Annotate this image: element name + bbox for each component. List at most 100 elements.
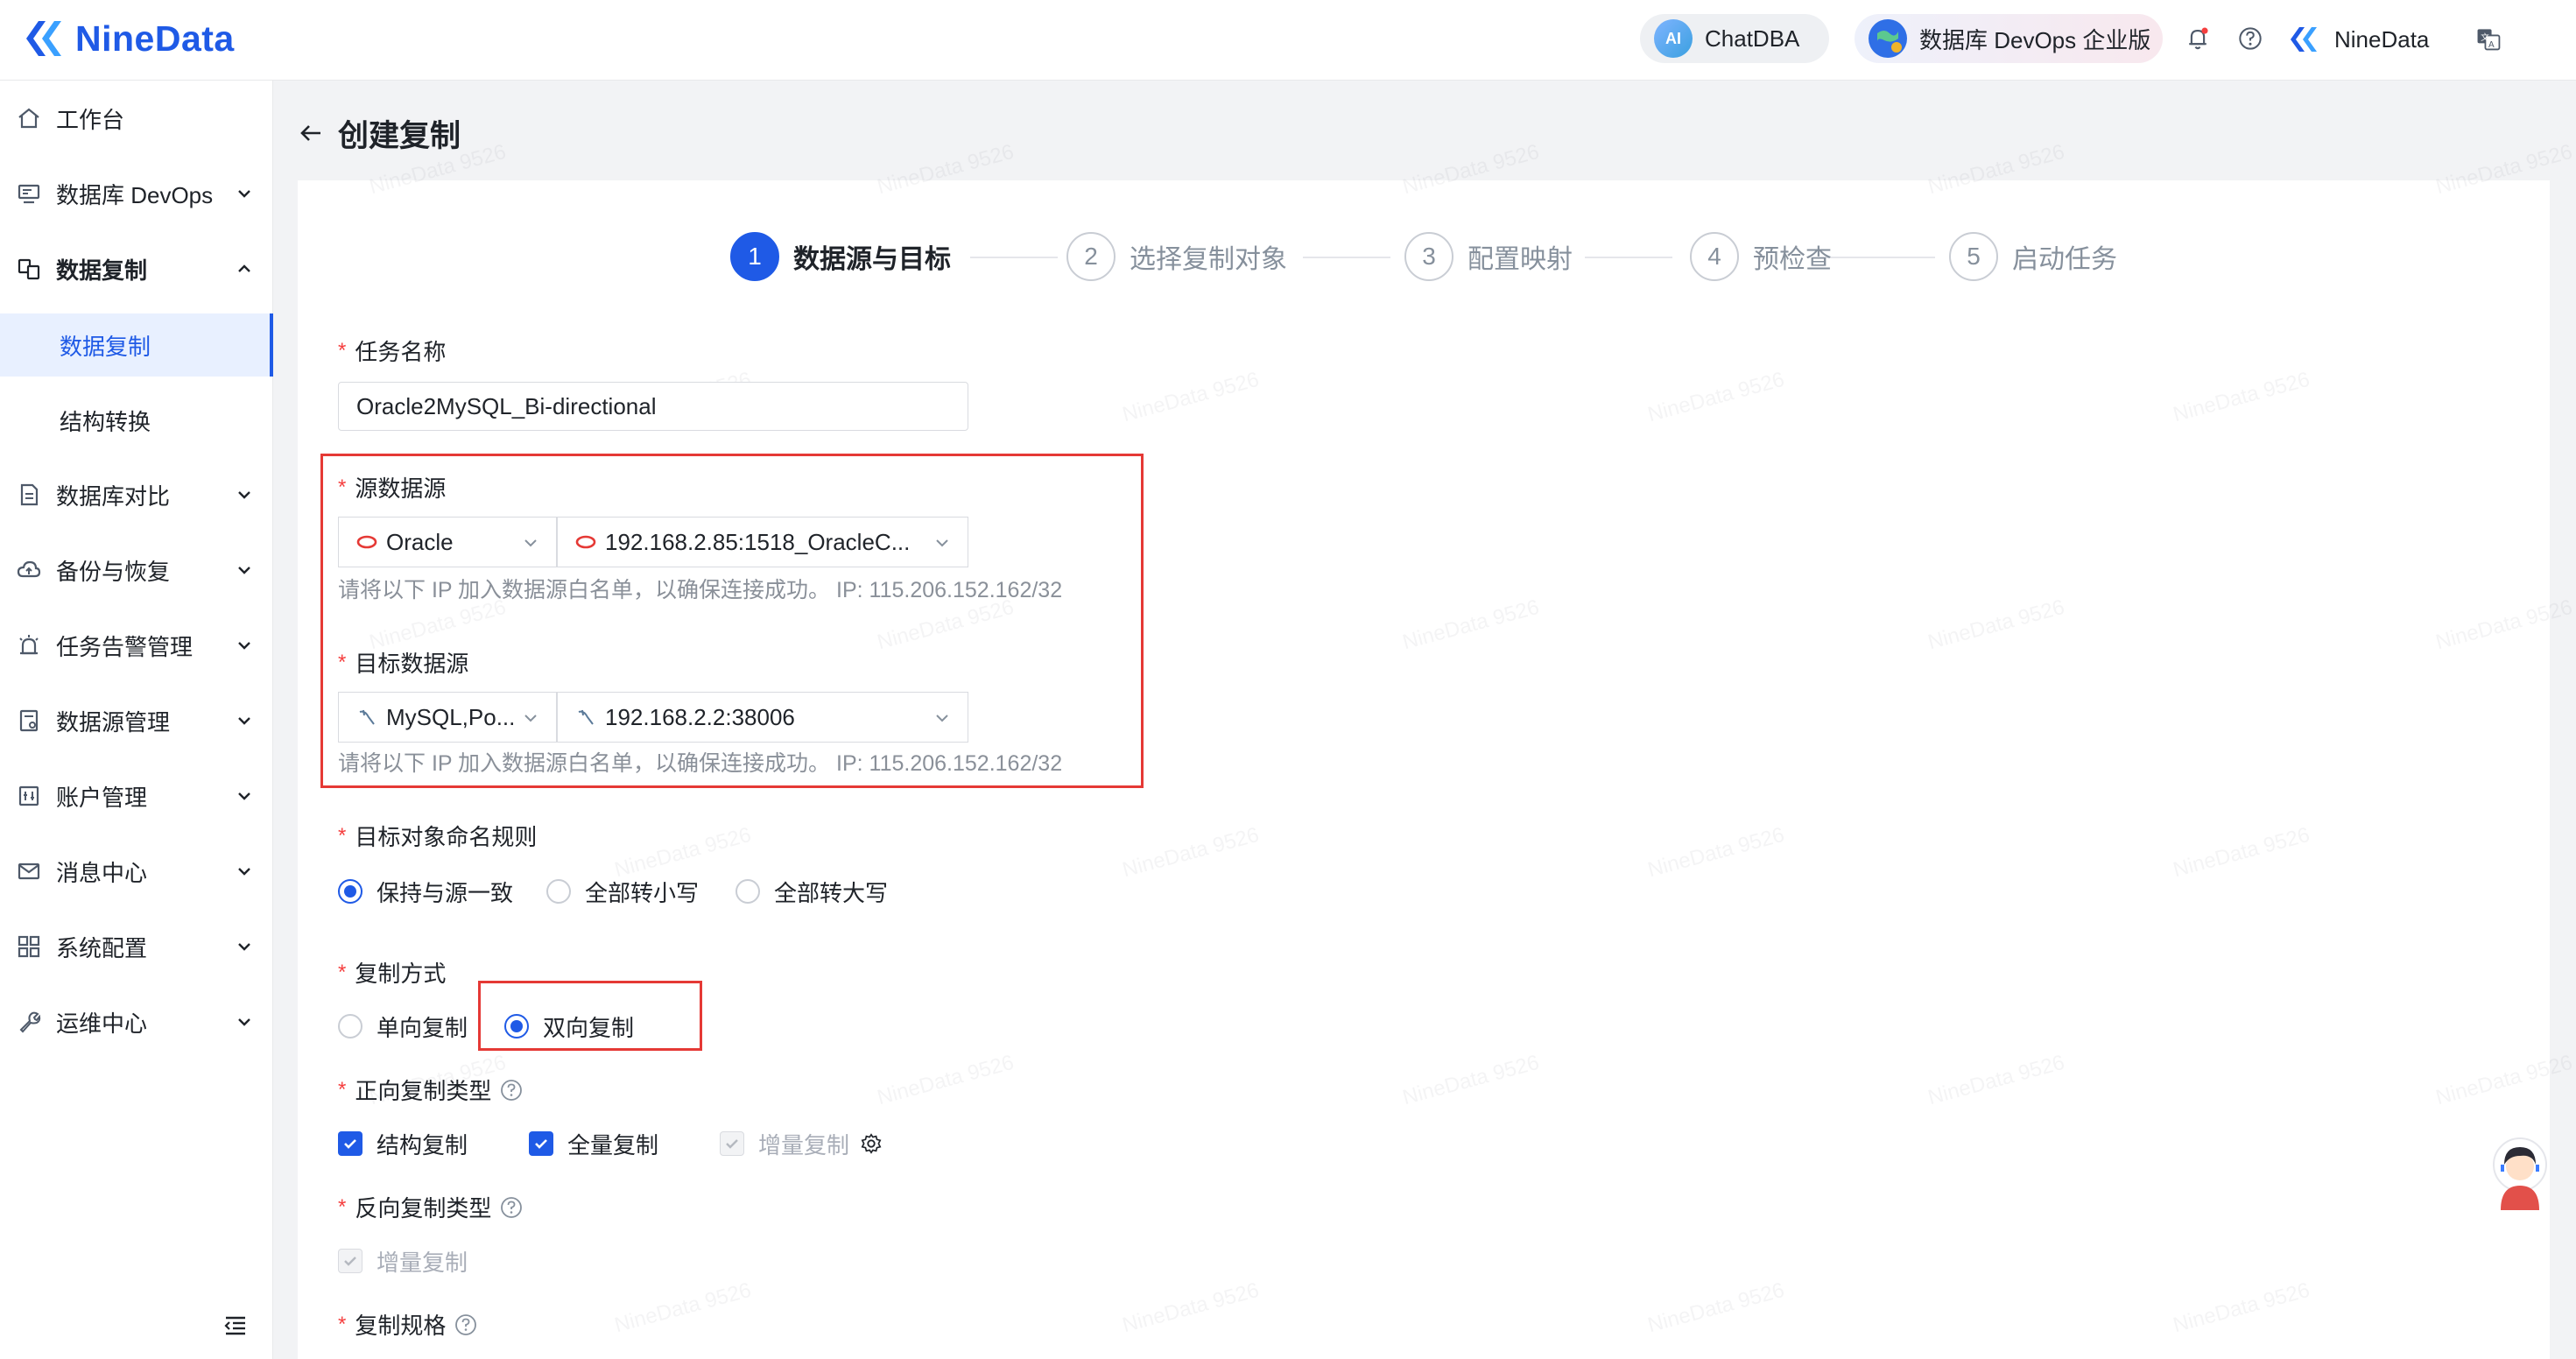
translate-icon[interactable]: 文 A xyxy=(2473,23,2504,54)
select-value: MySQL,Po... xyxy=(386,703,516,730)
chevron-down-icon xyxy=(238,717,250,725)
step-number: 2 xyxy=(1066,232,1116,281)
naming-option-uppercase[interactable]: 全部转大写 xyxy=(735,874,888,909)
sidebar-item-backup[interactable]: 备份与恢复 xyxy=(0,532,273,608)
support-avatar-icon[interactable] xyxy=(2488,1137,2551,1210)
select-value: Oracle xyxy=(386,528,454,555)
naming-option-keep[interactable]: 保持与源一致 xyxy=(338,874,513,909)
chevron-up-icon xyxy=(238,264,250,272)
bell-icon[interactable] xyxy=(2182,23,2214,54)
step-1[interactable]: 1 数据源与目标 xyxy=(730,229,951,284)
wrench-icon xyxy=(19,1011,41,1033)
step-2[interactable]: 2 选择复制对象 xyxy=(1066,229,1287,284)
user-menu[interactable]: NineData xyxy=(2287,18,2429,61)
settings-gear-icon[interactable] xyxy=(860,1132,883,1155)
step-4[interactable]: 4 预检查 xyxy=(1690,229,1832,284)
sidebar-item-label: 数据库 DevOps xyxy=(56,181,214,208)
required-mark: * xyxy=(338,1077,347,1102)
chatdba-button[interactable]: AI ChatDBA xyxy=(1640,14,1829,63)
chevron-down-icon xyxy=(524,539,537,547)
logo-text: NineData xyxy=(75,18,235,59)
sidebar-item-system-config[interactable]: 系统配置 xyxy=(0,909,273,984)
radio-label: 全部转小写 xyxy=(585,879,700,906)
task-name-input[interactable]: Oracle2MySQL_Bi-directional xyxy=(338,382,968,431)
sidebar-item-replication[interactable]: 数据复制 xyxy=(0,231,273,306)
field-label: 源数据源 xyxy=(355,475,447,502)
select-value: 192.168.2.85:1518_OracleC... xyxy=(605,528,911,555)
chevron-down-icon xyxy=(238,567,250,574)
forward-incremental-checkbox[interactable]: 增量复制 xyxy=(720,1126,883,1161)
step-label: 数据源与目标 xyxy=(793,245,951,274)
required-mark: * xyxy=(338,960,347,984)
step-label: 配置映射 xyxy=(1467,245,1573,274)
target-ip-hint: 请将以下 IP 加入数据源白名单，以确保连接成功。 IP: 115.206.15… xyxy=(338,751,1063,776)
sidebar-item-accounts[interactable]: 账户管理 xyxy=(0,758,273,834)
step-5[interactable]: 5 启动任务 xyxy=(1949,229,2117,284)
chevron-down-icon xyxy=(936,715,948,722)
sidebar-item-ops-center[interactable]: 运维中心 xyxy=(0,984,273,1060)
top-header: NineData AI ChatDBA 数据库 DevOps 企业版 NineD… xyxy=(0,0,2576,81)
checkbox-box xyxy=(720,1131,744,1156)
source-instance-select[interactable]: 192.168.2.85:1518_OracleC... xyxy=(557,517,968,567)
help-icon[interactable] xyxy=(500,1196,523,1219)
home-icon xyxy=(18,108,39,129)
target-type-select[interactable]: MySQL,Po... xyxy=(338,692,557,743)
spec-label: * 复制规格 xyxy=(338,1308,477,1341)
oracle-icon xyxy=(575,535,596,549)
sidebar-item-devops[interactable]: 数据库 DevOps xyxy=(0,156,273,231)
checkbox-label: 全量复制 xyxy=(567,1131,659,1158)
select-value: 192.168.2.2:38006 xyxy=(605,703,795,730)
field-label: 正向复制类型 xyxy=(355,1078,492,1104)
collapse-sidebar-icon[interactable] xyxy=(222,1312,249,1338)
forward-schema-checkbox[interactable]: 结构复制 xyxy=(338,1126,468,1161)
step-number: 5 xyxy=(1949,232,1998,281)
chevron-down-icon xyxy=(936,539,948,547)
sidebar-item-datasources[interactable]: 数据源管理 xyxy=(0,683,273,758)
naming-option-lowercase[interactable]: 全部转小写 xyxy=(546,874,699,909)
chevron-down-icon xyxy=(524,715,537,722)
svg-text:A: A xyxy=(2488,40,2495,50)
radio-label: 全部转大写 xyxy=(774,879,889,906)
help-icon[interactable] xyxy=(2235,23,2266,54)
user-name: NineData xyxy=(2334,25,2430,53)
mysql-icon xyxy=(578,709,594,725)
task-name-label: * 任务名称 xyxy=(338,334,446,367)
checkbox-box xyxy=(529,1131,553,1156)
compare-icon xyxy=(20,483,39,506)
mode-option-one-way[interactable]: 单向复制 xyxy=(338,1009,468,1044)
sidebar-item-workbench[interactable]: 工作台 xyxy=(0,81,273,156)
reverse-incremental-checkbox[interactable]: 增量复制 xyxy=(338,1243,468,1278)
datasource-icon xyxy=(19,709,39,732)
mail-icon xyxy=(18,863,40,880)
sidebar-item-compare[interactable]: 数据库对比 xyxy=(0,457,273,532)
target-label: * 目标数据源 xyxy=(338,646,468,679)
sidebar-item-label: 数据库对比 xyxy=(56,482,171,510)
field-label: 复制规格 xyxy=(355,1313,447,1339)
back-arrow-icon[interactable] xyxy=(298,120,324,146)
sidebar-item-alerts[interactable]: 任务告警管理 xyxy=(0,608,273,683)
sidebar-item-messages[interactable]: 消息中心 xyxy=(0,834,273,909)
devops-edition-button[interactable]: 数据库 DevOps 企业版 xyxy=(1855,14,2163,63)
target-instance-select[interactable]: 192.168.2.2:38006 xyxy=(557,692,968,743)
radio-label: 单向复制 xyxy=(377,1014,468,1041)
help-icon[interactable] xyxy=(454,1313,477,1336)
logo[interactable]: NineData xyxy=(19,12,235,65)
source-type-select[interactable]: Oracle xyxy=(338,517,557,567)
help-icon[interactable] xyxy=(500,1079,523,1102)
field-label: 任务名称 xyxy=(355,339,447,365)
source-ip-hint: 请将以下 IP 加入数据源白名单，以确保连接成功。 IP: 115.206.15… xyxy=(338,578,1063,602)
reverse-type-label: * 反向复制类型 xyxy=(338,1191,523,1223)
sidebar-subitem-replication[interactable]: 数据复制 xyxy=(0,313,273,377)
step-3[interactable]: 3 配置映射 xyxy=(1404,229,1573,284)
sidebar-item-label: 数据复制 xyxy=(60,333,151,360)
step-number: 4 xyxy=(1690,232,1739,281)
forward-full-checkbox[interactable]: 全量复制 xyxy=(529,1126,658,1161)
field-label: 目标数据源 xyxy=(355,651,469,677)
sidebar-item-label: 数据源管理 xyxy=(56,708,171,736)
mode-option-bidirectional[interactable]: 双向复制 xyxy=(504,1009,634,1044)
chevron-down-icon xyxy=(238,943,250,951)
ninedata-logo-icon xyxy=(26,21,61,56)
sidebar-subitem-schema-conversion[interactable]: 结构转换 xyxy=(0,389,273,452)
oracle-icon xyxy=(356,535,377,549)
required-mark: * xyxy=(338,650,347,674)
